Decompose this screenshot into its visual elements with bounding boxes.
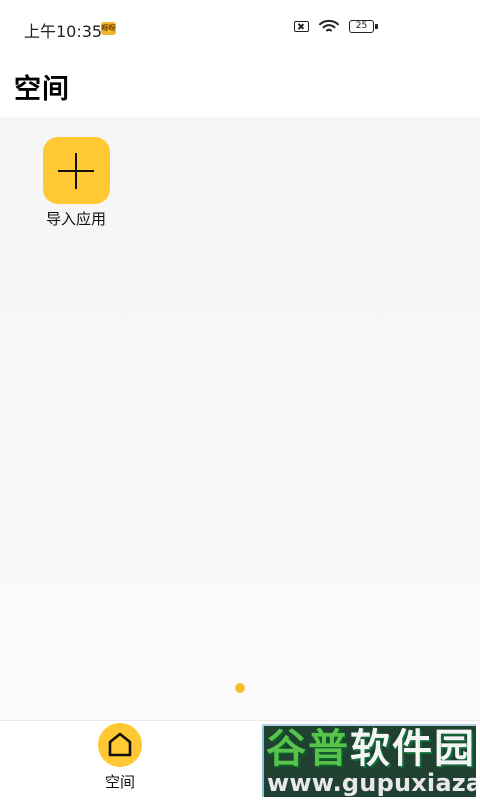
page-title: 空间 [14,74,70,105]
watermark-title: 谷普软件园 [266,727,476,771]
import-app-button[interactable]: 导入应用 [42,137,110,228]
space-main-panel: 导入应用 [0,117,480,720]
watermark-url: www.gupuxiazai.com [267,769,476,797]
watermark-green-text: 谷普 [266,726,350,772]
plus-icon[interactable] [42,137,110,204]
status-icons: 25 [294,19,378,33]
nav-space-tab[interactable]: 空间 [97,723,143,793]
home-icon [108,732,132,757]
home-icon-container[interactable] [98,723,142,767]
status-bar: 上午10:35 呀呀 25 [0,0,480,58]
app-screen: 上午10:35 呀呀 25 空间 导入应用 空间 谷普软件园 www.gupux… [0,0,480,800]
app-notification-icon: 呀呀 [101,22,116,35]
battery-icon: 25 [349,19,378,33]
page-indicator [235,683,245,693]
watermark-white-text: 软件园 [350,726,476,772]
status-time: 上午10:35 [24,22,103,41]
import-app-label: 导入应用 [45,210,106,228]
sim-disabled-icon [294,20,309,32]
wifi-icon [319,19,339,32]
nav-space-label: 空间 [104,773,135,791]
watermark-logo: 谷普软件园 www.gupuxiazai.com [262,724,476,797]
